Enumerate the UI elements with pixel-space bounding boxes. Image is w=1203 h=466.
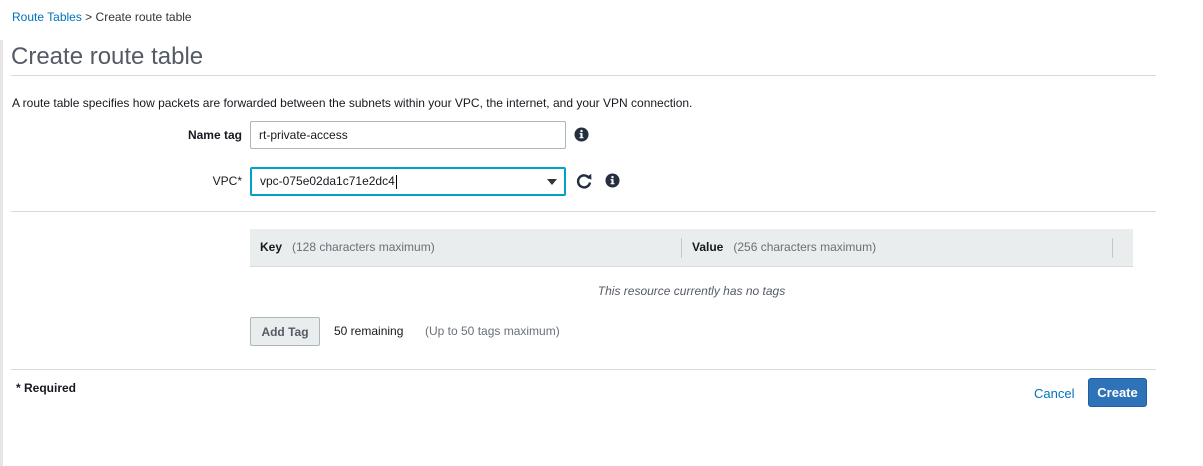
footer-divider	[11, 369, 1156, 370]
refresh-icon[interactable]	[575, 172, 593, 190]
vpc-info-icon[interactable]	[605, 173, 620, 188]
create-button[interactable]: Create	[1088, 378, 1147, 407]
add-tag-button[interactable]: Add Tag	[250, 317, 320, 346]
cancel-button[interactable]: Cancel	[1034, 386, 1074, 401]
tags-column-value: Value (256 characters maximum)	[692, 240, 876, 254]
vpc-label: VPC*	[212, 174, 242, 188]
name-tag-info-icon[interactable]	[574, 127, 589, 142]
key-column-label: Key	[260, 240, 283, 254]
breadcrumb-separator: >	[85, 10, 93, 24]
breadcrumb-current: Create route table	[95, 10, 192, 24]
section-divider	[11, 211, 1156, 212]
vpc-select-value: vpc-075e02da1c71e2dc4	[260, 174, 395, 188]
page-description: A route table specifies how packets are …	[12, 96, 693, 110]
name-tag-label: Name tag	[187, 128, 242, 142]
tags-column-key: Key (128 characters maximum)	[260, 240, 435, 254]
value-column-label: Value	[692, 240, 724, 254]
name-tag-input[interactable]	[250, 121, 566, 149]
tags-remaining-hint: (Up to 50 tags maximum)	[425, 324, 560, 338]
column-separator[interactable]	[681, 238, 682, 258]
tags-table-header: Key (128 characters maximum) Value (256 ch…	[250, 229, 1133, 267]
left-rail	[0, 40, 3, 466]
chevron-down-icon	[547, 179, 557, 185]
title-divider	[11, 75, 1156, 76]
no-tags-message: This resource currently has no tags	[597, 284, 786, 298]
column-separator-end[interactable]	[1112, 238, 1113, 258]
text-cursor	[395, 174, 397, 189]
required-note: * Required	[16, 381, 77, 395]
value-column-hint: (256 characters maximum)	[733, 240, 877, 254]
breadcrumb-route-tables-link[interactable]: Route Tables	[12, 10, 82, 24]
breadcrumb: Route Tables > Create route table	[12, 10, 192, 24]
key-column-hint: (128 characters maximum)	[292, 240, 435, 254]
create-route-table-page: Route Tables > Create route table Create…	[0, 0, 1203, 466]
vpc-select[interactable]: vpc-075e02da1c71e2dc4	[250, 167, 566, 196]
tags-remaining-count: 50 remaining	[334, 324, 404, 338]
page-title: Create route table	[11, 43, 204, 70]
